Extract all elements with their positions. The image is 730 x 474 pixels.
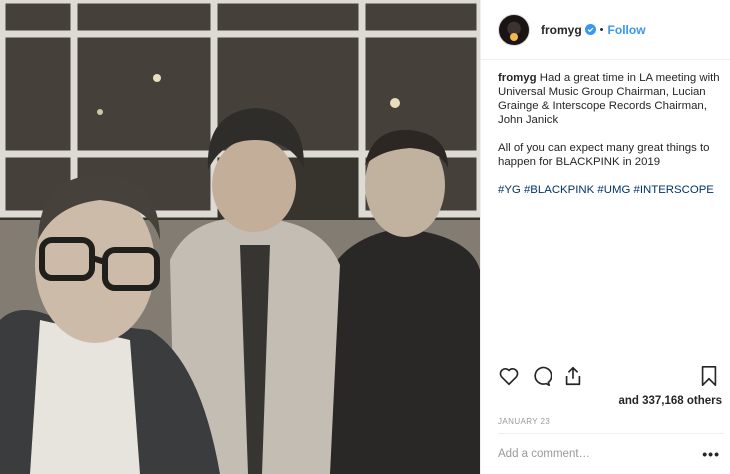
avatar[interactable]	[498, 13, 530, 46]
comment-input[interactable]	[498, 448, 703, 460]
username[interactable]: fromyg	[541, 23, 582, 37]
comment-icon[interactable]	[530, 365, 552, 387]
bookmark-icon[interactable]	[698, 365, 720, 387]
post-side-panel: fromyg • Follow fromyg Had a great time …	[480, 0, 730, 474]
share-icon[interactable]	[562, 365, 584, 387]
comment-bar: •••	[498, 433, 724, 474]
caption: fromyg Had a great time in LA meeting wi…	[498, 71, 720, 211]
likes-count[interactable]: and 337,168 others	[618, 395, 722, 407]
post-photo[interactable]	[0, 0, 480, 474]
more-options-button[interactable]: •••	[702, 446, 724, 462]
hashtag-link[interactable]: #INTERSCOPE	[634, 184, 714, 196]
caption-username[interactable]: fromyg	[498, 72, 537, 84]
group-photo-image	[0, 0, 480, 474]
post-date[interactable]: JANUARY 23	[498, 417, 550, 426]
action-bar	[498, 365, 720, 389]
hashtag-list: #YG #BLACKPINK #UMG #INTERSCOPE	[498, 183, 720, 197]
hashtag-link[interactable]: #BLACKPINK	[524, 184, 594, 196]
separator-dot: •	[599, 23, 604, 36]
post-header: fromyg • Follow	[481, 0, 730, 60]
follow-button[interactable]: Follow	[608, 23, 646, 37]
caption-second-paragraph: All of you can expect many great things …	[498, 142, 710, 168]
heart-icon[interactable]	[498, 365, 520, 387]
hashtag-link[interactable]: #YG	[498, 184, 521, 196]
verified-badge-icon	[584, 24, 596, 35]
hashtag-link[interactable]: #UMG	[597, 184, 630, 196]
